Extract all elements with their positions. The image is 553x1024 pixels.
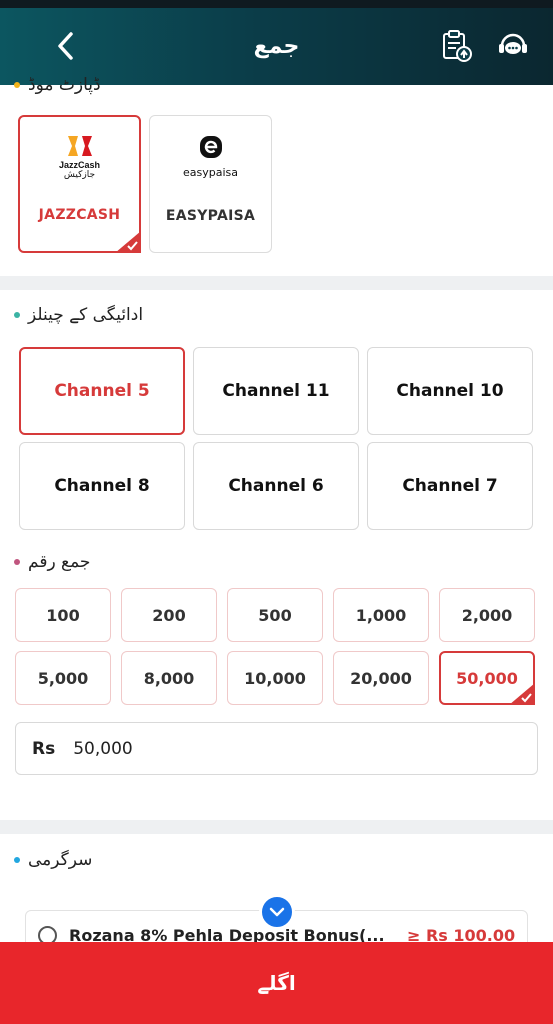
mode-jazzcash[interactable]: JazzCash جازکیش JAZZCASH <box>18 115 141 253</box>
section-dot <box>14 857 20 863</box>
section-dot <box>14 559 20 565</box>
channel-option[interactable]: Channel 5 <box>19 347 185 435</box>
amount-preset[interactable]: 8,000 <box>121 651 217 705</box>
activity-title: سرگرمی <box>14 850 92 870</box>
section-dot <box>14 82 20 88</box>
status-bar <box>0 0 553 8</box>
mode-label: JAZZCASH <box>38 207 121 223</box>
amount-preset[interactable]: 500 <box>227 588 323 642</box>
support-chat-icon <box>499 33 527 54</box>
page-title: جمع <box>253 34 300 59</box>
jazzcash-logo: JazzCash جازکیش <box>59 131 100 183</box>
next-button[interactable]: اگلے <box>0 942 553 1024</box>
channel-option[interactable]: Channel 7 <box>367 442 533 530</box>
chevron-down-icon <box>269 907 285 917</box>
easypaisa-logo: easypaisa <box>183 130 238 182</box>
selected-check-icon <box>115 231 141 253</box>
expand-button[interactable] <box>259 894 295 930</box>
amount-preset[interactable]: 1,000 <box>333 588 429 642</box>
deposit-mode-title: ڈپازٹ موڈ <box>14 75 101 95</box>
mode-easypaisa[interactable]: easypaisa EASYPAISA <box>149 115 272 253</box>
currency-label: Rs <box>32 738 56 759</box>
amount-preset[interactable]: 5,000 <box>15 651 111 705</box>
clipboard-upload-icon <box>443 30 472 62</box>
deposit-mode-section: ڈپازٹ موڈ JazzCash جازکیش JAZZCASH easyp… <box>0 75 553 276</box>
selected-check-icon <box>509 683 535 705</box>
back-button[interactable] <box>48 28 84 64</box>
amount-title: جمع رقم <box>14 552 90 572</box>
channel-option[interactable]: Channel 6 <box>193 442 359 530</box>
section-dot <box>14 311 20 318</box>
records-button[interactable] <box>438 28 474 64</box>
deposit-screen: جمع ڈپازٹ موڈ JazzCash جازکیش JAZZCASH e… <box>0 0 553 1024</box>
channel-option[interactable]: Channel 8 <box>19 442 185 530</box>
amount-preset[interactable]: 100 <box>15 588 111 642</box>
amount-preset[interactable]: 10,000 <box>227 651 323 705</box>
channel-option[interactable]: Channel 11 <box>193 347 359 435</box>
amount-value: 50,000 <box>73 738 133 759</box>
amount-input[interactable]: Rs 50,000 <box>15 722 538 775</box>
mode-label: EASYPAISA <box>165 208 256 224</box>
app-header: جمع <box>0 8 553 85</box>
amount-preset[interactable]: 20,000 <box>333 651 429 705</box>
amount-preset[interactable]: 200 <box>121 588 217 642</box>
channel-option[interactable]: Channel 10 <box>367 347 533 435</box>
amount-preset[interactable]: 2,000 <box>439 588 535 642</box>
channels-title: ادائیگی کے چینلز <box>14 304 143 325</box>
support-button[interactable] <box>495 28 531 64</box>
amount-preset-selected[interactable]: 50,000 <box>439 651 535 705</box>
chevron-left-icon <box>58 32 73 60</box>
